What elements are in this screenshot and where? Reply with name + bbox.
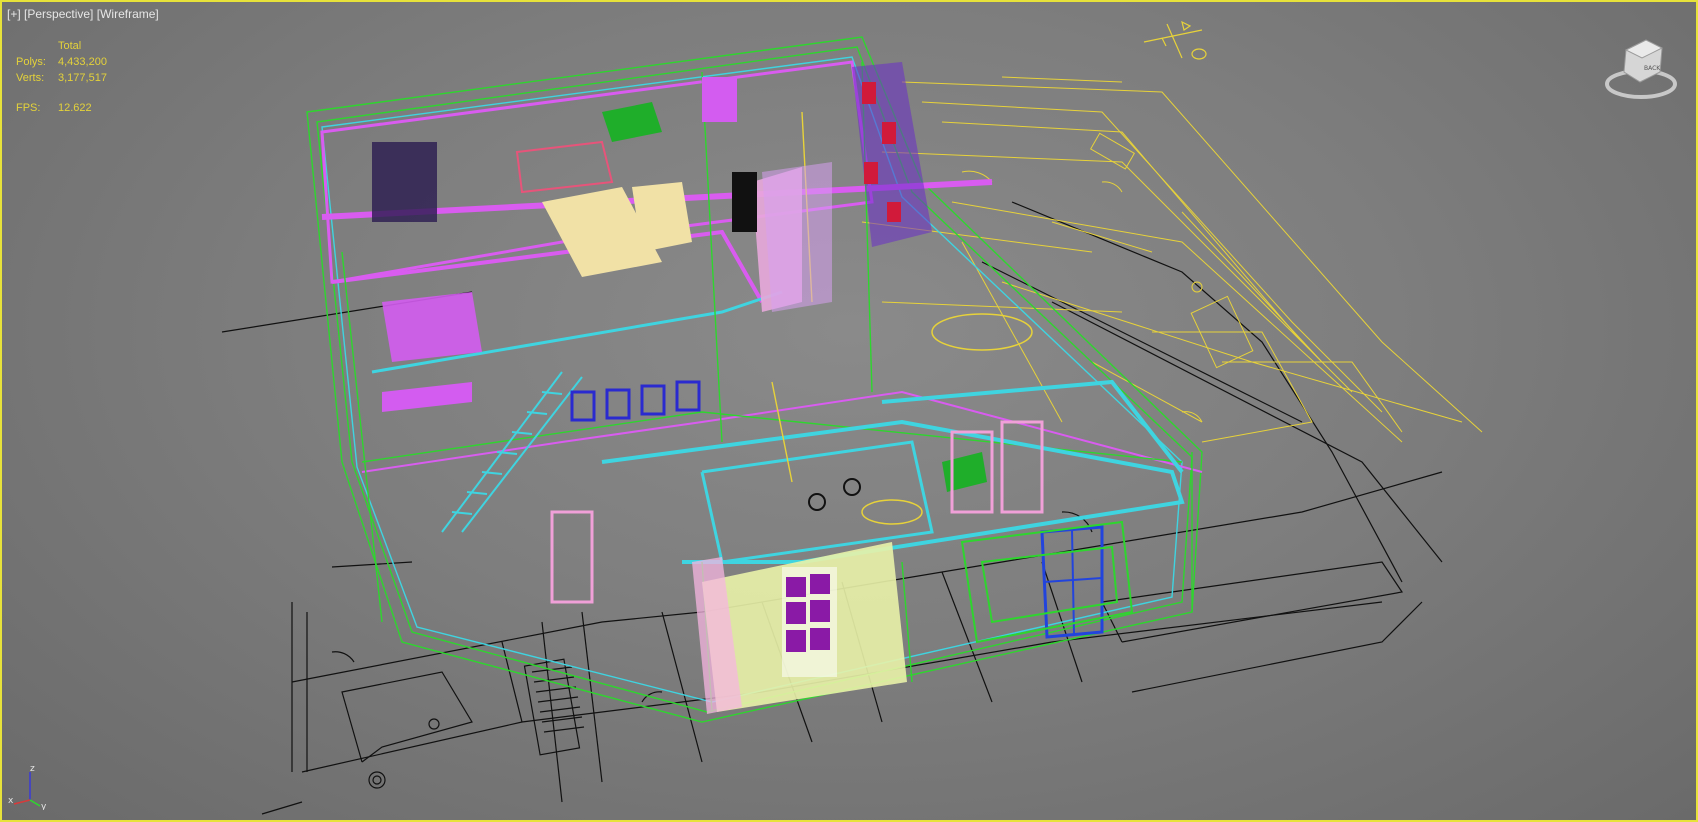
- viewport-menu-button[interactable]: [+]: [7, 7, 21, 21]
- wireframe-scene[interactable]: [2, 2, 1696, 820]
- stats-polys-label: Polys:: [16, 56, 46, 68]
- stats-fps-row: FPS: 12.622: [16, 100, 107, 116]
- stats-fps-label: FPS:: [16, 102, 41, 114]
- viewport-label: [+] [Perspective] [Wireframe]: [7, 7, 159, 21]
- building-surfaces: [372, 62, 1134, 714]
- stats-polys-value: 4,433,200: [58, 56, 107, 68]
- stats-verts-value: 3,177,517: [58, 72, 107, 84]
- axis-y-label: y: [41, 802, 47, 810]
- axis-z-label: z: [30, 764, 35, 774]
- viewport-shading-button[interactable]: [Wireframe]: [97, 7, 159, 21]
- light-gizmo-icon[interactable]: [1142, 18, 1212, 66]
- stats-header: Total: [58, 40, 82, 52]
- viewcube-icon[interactable]: BACK: [1602, 32, 1680, 102]
- perspective-viewport[interactable]: [+] [Perspective] [Wireframe] Total Poly…: [0, 0, 1698, 822]
- floor-plan-yellow: [861, 76, 1483, 443]
- axis-tripod-icon: z x y: [8, 764, 47, 810]
- stats-fps-value: 12.622: [58, 102, 92, 114]
- viewcube-face-label: BACK: [1644, 65, 1661, 72]
- scene-statistics: Total Polys: 4,433,200 Verts: 3,177,517 …: [16, 38, 107, 116]
- stats-verts-label: Verts:: [16, 72, 45, 84]
- viewport-view-button[interactable]: [Perspective]: [24, 7, 93, 21]
- stats-verts-row: Verts: 3,177,517: [16, 70, 107, 86]
- stats-polys-row: Polys: 4,433,200: [16, 54, 107, 70]
- axis-x-label: x: [8, 796, 14, 806]
